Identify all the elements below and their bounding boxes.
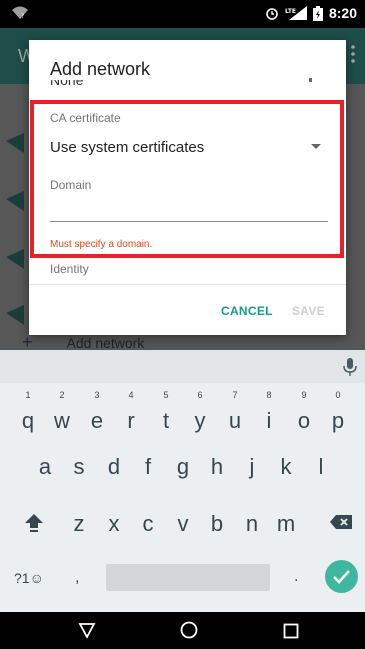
status-bar: ? LTE 8:20 [0,0,365,28]
background-wifi-icons [6,133,24,325]
microphone-icon[interactable] [343,358,357,376]
key-g[interactable]: g [166,444,200,490]
key-label: w [54,408,70,433]
key-c[interactable]: c [131,501,165,547]
key-m[interactable]: m [269,501,303,547]
symbols-key[interactable]: ?1☺ [14,570,44,586]
overflow-menu-icon [351,45,355,63]
wifi-question-icon: ? [12,6,28,20]
key-label: u [228,408,242,433]
home-circle-icon[interactable] [179,620,199,640]
navigation-bar [0,612,365,649]
svg-text:LTE: LTE [285,8,296,15]
background-add-network-label: Add network [66,335,145,350]
key-w[interactable]: 2w [45,390,79,444]
cancel-button[interactable]: CANCEL [221,304,273,318]
key-o[interactable]: 9o [287,390,321,444]
key-h[interactable]: h [200,444,234,490]
key-p[interactable]: 0p [321,390,355,444]
dropdown-arrow-icon[interactable] [311,144,321,149]
key-label: p [331,408,345,433]
key-i[interactable]: 8i [252,390,286,444]
key-label: o [297,408,311,433]
key-x[interactable]: x [97,501,131,547]
save-button[interactable]: SAVE [292,304,325,318]
scrolled-dropdown-arrow [309,78,312,82]
enter-key[interactable] [325,560,358,593]
dialog-title: Add network [50,59,157,80]
status-time: 8:20 [328,5,357,21]
signal-lte-icon: LTE [285,6,307,20]
add-network-dialog: Add network None CA certificate Use syst… [29,40,346,335]
key-hint: 4 [128,390,134,400]
domain-error-text: Must specify a domain. [50,239,153,250]
domain-input[interactable] [50,192,328,222]
key-r[interactable]: 4r [114,390,148,444]
ca-certificate-label: CA certificate [50,111,121,125]
key-hint: 3 [94,390,100,400]
soft-keyboard: 1q 2w 3e 4r 5t 6y 7u 8i 9o 0p a s d f g … [0,350,365,612]
dialog-divider [29,284,346,285]
key-label: t [162,408,170,433]
key-hint: 0 [335,390,341,400]
back-triangle-icon[interactable] [78,621,96,639]
key-a[interactable]: a [28,444,62,490]
space-bar[interactable] [106,564,270,591]
key-d[interactable]: d [97,444,131,490]
keyboard-suggestion-strip [0,350,365,383]
alarm-icon [266,8,278,20]
key-hint: 8 [266,390,272,400]
key-hint: 6 [197,390,203,400]
key-hint: 1 [25,390,31,400]
key-label: q [21,408,35,433]
key-b[interactable]: b [200,501,234,547]
checkmark-icon [333,570,350,584]
key-label: e [90,408,104,433]
ca-certificate-dropdown[interactable]: Use system certificates [50,139,204,156]
key-label: i [266,408,272,433]
key-hint: 7 [232,390,238,400]
key-u[interactable]: 7u [218,390,252,444]
backspace-icon[interactable] [330,515,352,529]
key-y[interactable]: 6y [183,390,217,444]
battery-charging-icon [312,5,323,21]
key-label: y [194,408,206,433]
key-n[interactable]: n [235,501,269,547]
key-j[interactable]: j [235,444,269,490]
key-k[interactable]: k [269,444,303,490]
key-f[interactable]: f [131,444,165,490]
background-add-network-row: + Add network [22,332,145,350]
key-hint: 2 [59,390,65,400]
identity-label: Identity [50,262,89,276]
key-t[interactable]: 5t [149,390,183,444]
shift-icon[interactable] [24,513,44,533]
key-v[interactable]: v [166,501,200,547]
key-hint: 5 [163,390,169,400]
domain-label: Domain [50,178,92,192]
key-e[interactable]: 3e [80,390,114,444]
key-hint: 9 [301,390,307,400]
key-s[interactable]: s [62,444,96,490]
key-z[interactable]: z [62,501,96,547]
svg-text:?: ? [21,13,24,20]
plus-icon: + [22,332,33,350]
period-key[interactable]: . [294,568,298,586]
comma-key[interactable]: , [75,569,79,587]
key-label: r [127,408,135,433]
recents-square-icon[interactable] [283,623,299,639]
key-q[interactable]: 1q [11,390,45,444]
key-l[interactable]: l [304,444,338,490]
